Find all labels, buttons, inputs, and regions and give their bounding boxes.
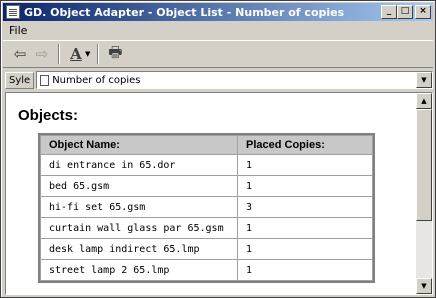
style-select[interactable]: Number of copies ▼ [36,71,433,89]
style-label: Syle [5,71,35,89]
table-row: street lamp 2 65.lmp 1 [40,259,373,281]
placed-copies-cell: 1 [237,154,373,176]
document-app-icon [6,5,20,19]
objects-table: Object Name: Placed Copies: di entrance … [38,133,375,283]
page-title: Objects: [18,107,79,124]
table-row: desk lamp indirect 65.lmp 1 [40,238,373,260]
print-icon[interactable]: 🖶 [104,43,126,65]
table-row: hi-fi set 65.gsm 3 [40,196,373,218]
title-bar[interactable]: GD. Object Adapter - Object List - Numbe… [3,3,433,21]
object-name-cell: desk lamp indirect 65.lmp [40,238,238,260]
placed-copies-cell: 1 [237,217,373,239]
window-title: GD. Object Adapter - Object List - Numbe… [24,5,345,19]
table-row: curtain wall glass par 65.gsm 1 [40,217,373,239]
style-row: Syle Number of copies ▼ [5,70,433,90]
maximize-button[interactable]: □ [397,5,413,19]
vertical-scrollbar[interactable]: ▲ ▼ [416,93,432,294]
object-name-cell: di entrance in 65.dor [40,154,238,176]
object-name-cell: bed 65.gsm [40,175,238,197]
font-dropdown-arrow-icon[interactable]: ▼ [85,50,90,58]
font-icon[interactable]: A [65,43,87,65]
placed-copies-cell: 1 [237,175,373,197]
font-icon-glyph: A [70,45,82,63]
scrollbar-thumb[interactable] [416,109,432,221]
forward-arrow-icon[interactable]: ⇨ [31,43,53,65]
column-header-object-name: Object Name: [40,135,238,155]
toolbar: ⇦ ⇨ A ▼ 🖶 [3,40,433,68]
placed-copies-cell: 1 [237,259,373,281]
object-name-cell: hi-fi set 65.gsm [40,196,238,218]
app-window: GD. Object Adapter - Object List - Numbe… [0,0,436,298]
toolbar-separator [58,44,60,64]
window-controls: _ □ × [381,5,431,19]
placed-copies-cell: 3 [237,196,373,218]
scroll-up-icon[interactable]: ▲ [416,93,432,109]
column-header-placed-copies: Placed Copies: [237,135,373,155]
placed-copies-cell: 1 [237,238,373,260]
content-pane: Objects: Object Name: Placed Copies: di … [5,92,433,295]
minimize-button[interactable]: _ [381,5,397,19]
menu-bar: File [3,22,433,38]
chevron-down-icon[interactable]: ▼ [416,72,432,88]
table-row: di entrance in 65.dor 1 [40,154,373,176]
toolbar-separator [97,44,100,64]
table-row: bed 65.gsm 1 [40,175,373,197]
menu-file[interactable]: File [3,24,33,37]
object-name-cell: street lamp 2 65.lmp [40,259,238,281]
scroll-down-icon[interactable]: ▼ [416,278,432,294]
close-button[interactable]: × [415,5,431,19]
object-name-cell: curtain wall glass par 65.gsm [40,217,238,239]
back-arrow-icon[interactable]: ⇦ [9,43,31,65]
style-select-value: Number of copies [52,74,141,86]
table-header-row: Object Name: Placed Copies: [40,135,373,155]
document-icon [40,74,50,86]
